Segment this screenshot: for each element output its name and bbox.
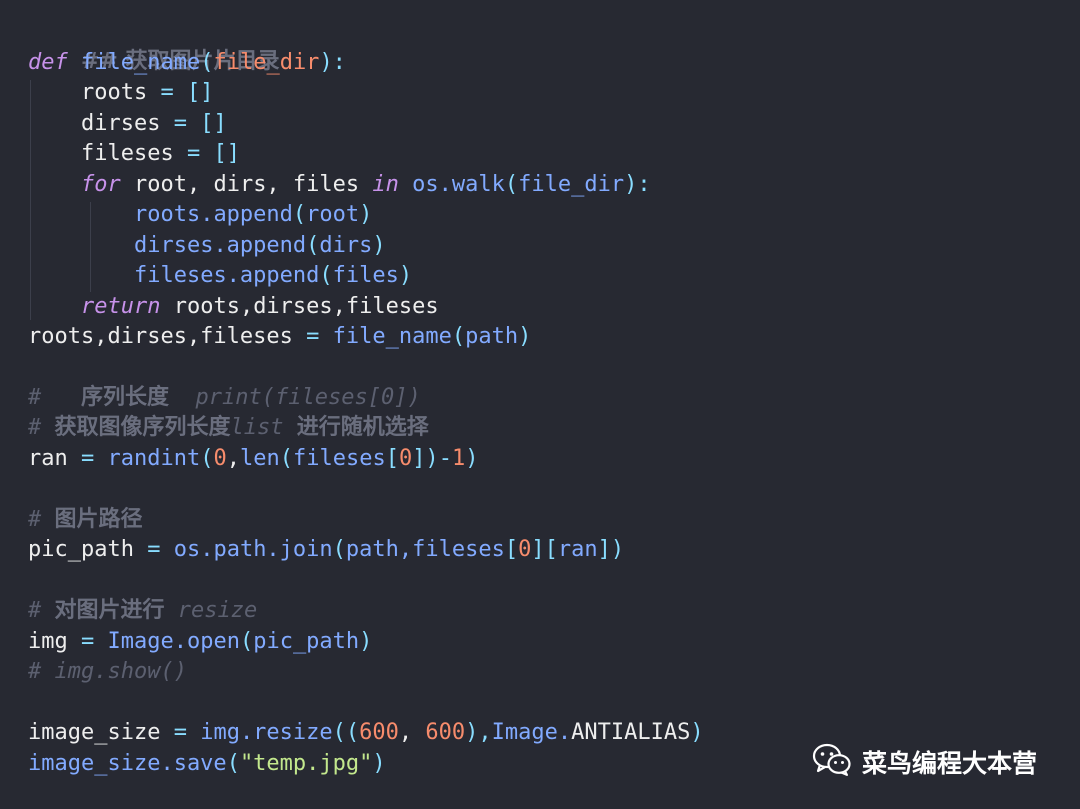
code-editor: ## 获取图片片目录 def file_name(file_dir): root… (0, 0, 1080, 809)
code-line-2: def file_name(file_dir): (28, 50, 346, 75)
code-line-17: # 对图片进行 resize (28, 598, 258, 623)
code-line-4: dirses = [] (80, 111, 227, 136)
code-line-9: fileses.append(files) (133, 263, 413, 288)
code-line-7: roots.append(root) (133, 202, 373, 227)
code-line-19: # img.show() (28, 659, 187, 684)
code-line-20: image_size = img.resize((600, 600),Image… (28, 720, 704, 745)
code-line-12: # 序列长度 print(fileses[0]) (28, 385, 421, 410)
code-line-15: # 图片路径 (28, 507, 143, 532)
code-line-11: roots,dirses,fileses = file_name(path) (28, 324, 532, 349)
code-line-6: for root, dirs, files in os.walk(file_di… (80, 172, 651, 197)
code-line-21: image_size.save("temp.jpg") (28, 751, 386, 776)
code-line-13: # 获取图像序列长度list 进行随机选择 (28, 415, 429, 440)
code-line-5: fileses = [] (80, 141, 240, 166)
code-line-16: pic_path = os.path.join(path,fileses[0][… (28, 537, 625, 562)
code-line-8: dirses.append(dirs) (133, 233, 386, 258)
code-line-18: img = Image.open(pic_path) (28, 629, 373, 654)
watermark: 菜鸟编程大本营 (812, 740, 1037, 784)
code-line-10: return roots,dirses,fileses (80, 294, 439, 319)
code-line-14: ran = randint(0,len(fileses[0])-1) (28, 446, 479, 471)
watermark-text: 菜鸟编程大本营 (862, 749, 1038, 778)
code-line-1: ## 获取图片片目录 (80, 49, 280, 74)
code-line-3: roots = [] (80, 80, 214, 105)
wechat-icon (812, 743, 852, 782)
